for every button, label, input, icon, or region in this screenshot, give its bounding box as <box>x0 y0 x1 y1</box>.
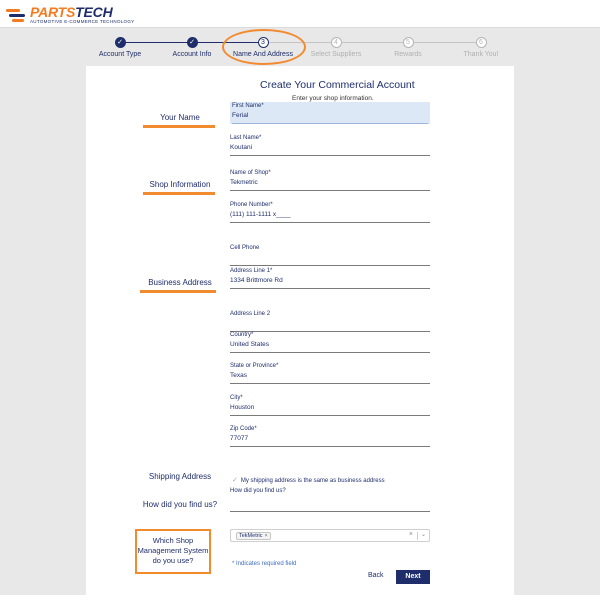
first-name-field[interactable]: First Name* Ferial <box>230 102 430 124</box>
field-value: Ferial <box>232 112 249 119</box>
section-label-business-address: Business Address <box>148 278 212 287</box>
field-label: How did you find us? <box>230 488 286 494</box>
cell-phone-field[interactable]: Cell Phone <box>230 245 430 266</box>
selected-chip: TekMetric × <box>236 532 271 540</box>
next-button[interactable]: Next <box>396 570 430 584</box>
field-label: Address Line 1* <box>230 268 273 274</box>
partstech-logo[interactable]: PARTSTECH AUTOMOTIVE E-COMMERCE TECHNOLO… <box>6 5 134 25</box>
field-label: First Name* <box>232 103 264 109</box>
check-icon: ✓ <box>186 37 198 48</box>
section-label-find-us: How did you find us? <box>142 500 218 509</box>
section-label-your-name: Your Name <box>160 113 200 122</box>
city-field[interactable]: City* Houston <box>230 395 430 416</box>
current-step-highlight-annotation <box>222 29 306 65</box>
state-field[interactable]: State or Province* Texas <box>230 363 430 384</box>
step-number: 6 <box>475 37 487 48</box>
section-label-shop-information: Shop Information <box>149 180 211 189</box>
chip-label: TekMetric <box>239 533 263 539</box>
form-title: Create Your Commercial Account <box>260 79 415 91</box>
step-label: Thank You! <box>463 51 499 58</box>
field-value: Koutani <box>230 144 253 151</box>
top-bar: PARTSTECH AUTOMOTIVE E-COMMERCE TECHNOLO… <box>0 0 600 28</box>
field-value: 77077 <box>230 435 249 442</box>
form-subtitle: Enter your shop information. <box>292 95 374 102</box>
checkbox-label: My shipping address is the same as busin… <box>240 478 385 484</box>
required-field-note: * Indicates required field <box>232 561 297 567</box>
section-underline <box>143 192 215 195</box>
chevron-down-icon[interactable]: ⌄ <box>421 531 426 538</box>
address-line-2-field[interactable]: Address Line 2 <box>230 311 430 332</box>
shop-name-field[interactable]: Name of Shop* Tekmetric <box>230 170 430 191</box>
find-us-field[interactable]: How did you find us? <box>230 488 430 512</box>
phone-number-field[interactable]: Phone Number* (111) 111-1111 x____ <box>230 202 430 223</box>
field-label: Country* <box>230 332 254 338</box>
field-label: State or Province* <box>230 363 279 369</box>
zip-code-field[interactable]: Zip Code* 77077 <box>230 426 430 447</box>
check-icon: ✓ <box>114 37 126 48</box>
field-value: 1334 Brittmore Rd <box>230 277 283 284</box>
logo-tagline: AUTOMOTIVE E-COMMERCE TECHNOLOGY <box>30 19 135 24</box>
step-number: 5 <box>402 37 414 48</box>
field-label: Zip Code* <box>230 426 257 432</box>
remove-chip-icon[interactable]: × <box>265 533 268 539</box>
clear-icon[interactable]: × <box>409 531 413 538</box>
section-label-shipping-address: Shipping Address <box>148 472 212 481</box>
step-number: 4 <box>330 37 342 48</box>
sms-question-label: Which Shop Management System do you use? <box>137 536 209 565</box>
last-name-field[interactable]: Last Name* Koutani <box>230 135 430 156</box>
address-line-1-field[interactable]: Address Line 1* 1334 Brittmore Rd <box>230 268 430 289</box>
shipping-same-checkbox[interactable]: ✓ My shipping address is the same as busi… <box>232 476 385 484</box>
shop-management-system-select[interactable]: TekMetric × × ⌄ <box>230 529 430 542</box>
section-underline <box>140 290 216 293</box>
sms-question-annotation: Which Shop Management System do you use? <box>135 529 211 574</box>
field-label: Last Name* <box>230 135 262 141</box>
field-label: Address Line 2 <box>230 311 271 317</box>
field-value: (111) 111-1111 x____ <box>230 211 291 218</box>
logo-text-tech: TECH <box>75 4 113 20</box>
field-label: Cell Phone <box>230 245 260 251</box>
field-value <box>230 497 430 509</box>
field-label: Name of Shop* <box>230 170 271 176</box>
logo-swoosh-icon <box>6 6 28 24</box>
check-icon: ✓ <box>232 477 238 484</box>
field-value: Houston <box>230 404 255 411</box>
section-underline <box>143 125 215 128</box>
field-value: United States <box>230 341 270 348</box>
logo-text-parts: PARTS <box>30 4 76 20</box>
field-value: Tekmetric <box>230 179 258 186</box>
field-value: Texas <box>230 372 247 379</box>
country-field[interactable]: Country* United States <box>230 332 430 353</box>
field-label: City* <box>230 395 243 401</box>
field-value <box>230 254 430 263</box>
step-thank-you[interactable]: 6 Thank You! <box>436 37 526 58</box>
back-button[interactable]: Back <box>368 572 384 579</box>
field-value <box>230 320 430 329</box>
field-label: Phone Number* <box>230 202 273 208</box>
